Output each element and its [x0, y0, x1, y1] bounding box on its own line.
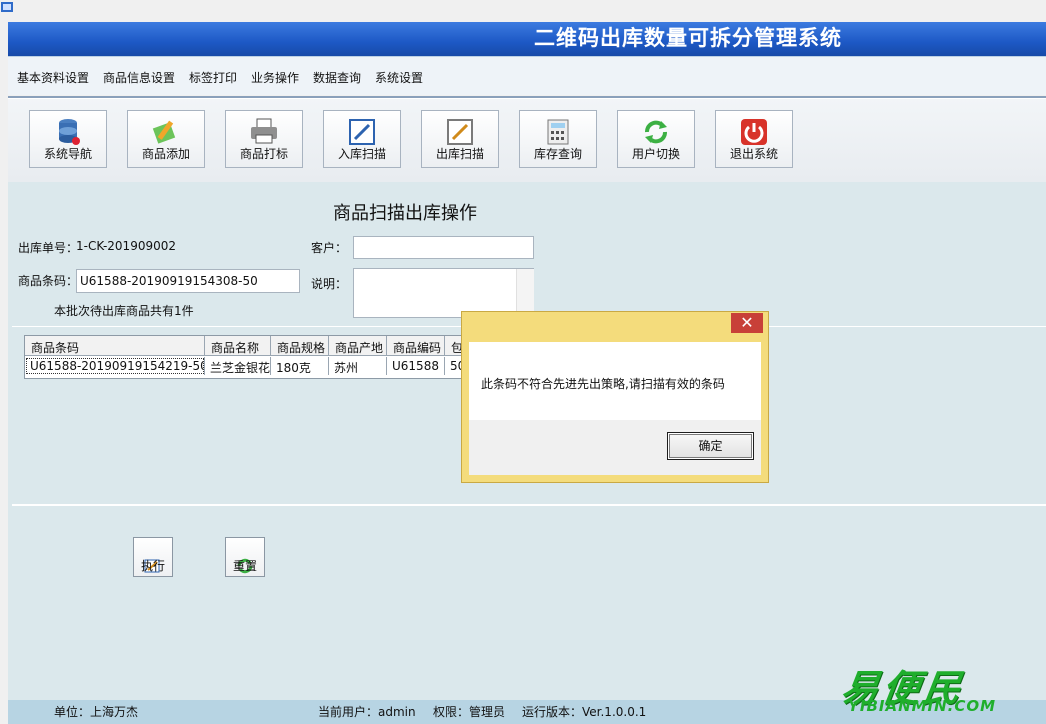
menu-data-query[interactable]: 数据查询 [313, 69, 361, 86]
status-version: 运行版本：Ver.1.0.0.1 [522, 705, 647, 719]
add-product-button[interactable]: 商品添加 [127, 110, 205, 168]
database-icon [30, 117, 106, 147]
inbound-scan-label: 入库扫描 [337, 147, 386, 161]
inbound-scan-button[interactable]: 入库扫描 [323, 110, 401, 168]
column-header[interactable]: 商品条码 [25, 336, 205, 356]
outbound-scan-button[interactable]: 出库扫描 [421, 110, 499, 168]
switch-user-label: 用户切换 [631, 147, 680, 161]
exit-button[interactable]: 退出系统 [715, 110, 793, 168]
table-cell[interactable]: 兰芝金银花 [205, 357, 271, 375]
app-title: 二维码出库数量可拆分管理系统 [534, 25, 842, 50]
inventory-query-label: 库存查询 [533, 147, 582, 161]
page-title: 商品扫描出库操作 [333, 203, 477, 224]
watermark-url: YIBIANMIN.COM [848, 697, 997, 715]
switch-user-button[interactable]: 用户切换 [617, 110, 695, 168]
table-cell[interactable]: 苏州 [329, 357, 387, 375]
customer-label: 客户： [311, 241, 348, 255]
divider [12, 504, 1046, 506]
execute-label: 执行 [140, 559, 165, 573]
order-no-value: 1-CK-201909002 [76, 239, 176, 253]
column-header[interactable]: 商品产地 [329, 336, 387, 356]
menu-label-print[interactable]: 标签打印 [189, 69, 237, 86]
app-icon [0, 0, 16, 16]
exit-label: 退出系统 [729, 147, 778, 161]
outbound-grid[interactable]: 商品条码 商品名称 商品规格 商品产地 商品编码 包 U61588-201909… [24, 335, 466, 379]
printer-icon [226, 117, 302, 145]
reset-button[interactable]: 重置 [225, 537, 265, 577]
barcode-label: 商品条码： [18, 274, 79, 288]
note-scrollbar[interactable] [516, 269, 534, 317]
nav-button-label: 系统导航 [43, 147, 92, 161]
outbound-scan-label: 出库扫描 [435, 147, 484, 161]
execute-button[interactable]: 执行 [133, 537, 173, 577]
barcode-input[interactable]: U61588-20190919154308-50 [76, 269, 300, 293]
table-cell[interactable]: U61588 [387, 357, 445, 375]
add-product-label: 商品添加 [141, 147, 190, 161]
menu-bar: 基本资料设置 商品信息设置 标签打印 业务操作 数据查询 系统设置 [8, 56, 1046, 95]
nav-button[interactable]: 系统导航 [29, 110, 107, 168]
dialog-close-button[interactable]: ✕ [731, 313, 763, 333]
column-header[interactable]: 商品编码 [387, 336, 445, 356]
menu-system-settings[interactable]: 系统设置 [375, 69, 423, 86]
column-header[interactable]: 商品名称 [205, 336, 271, 356]
edit-pencil-icon [128, 117, 204, 145]
calculator-icon [520, 117, 596, 147]
inventory-query-button[interactable]: 库存查询 [519, 110, 597, 168]
column-header[interactable]: 商品规格 [271, 336, 329, 356]
menu-business[interactable]: 业务操作 [251, 69, 299, 86]
pending-count-text: 本批次待出库商品共有1件 [54, 304, 194, 318]
status-unit: 单位：上海万杰 [54, 705, 139, 719]
status-user: 当前用户：admin [318, 705, 416, 719]
refresh-icon [618, 117, 694, 147]
print-label-label: 商品打标 [239, 147, 288, 161]
power-icon [716, 117, 792, 147]
title-banner [8, 22, 1046, 56]
menu-product-settings[interactable]: 商品信息设置 [103, 69, 175, 86]
print-label-button[interactable]: 商品打标 [225, 110, 303, 168]
note-label: 说明： [311, 277, 348, 291]
outbound-scan-icon [422, 117, 498, 147]
status-role: 权限：管理员 [433, 705, 506, 719]
customer-input[interactable] [353, 236, 534, 259]
dialog-message: 此条码不符合先进先出策略,请扫描有效的条码 [481, 377, 725, 391]
dialog-ok-button[interactable]: 确定 [667, 432, 754, 460]
inbound-scan-icon [324, 117, 400, 147]
table-cell[interactable]: U61588-20190919154219-50 [25, 357, 205, 375]
order-no-label: 出库单号： [18, 241, 79, 255]
menu-basic-settings[interactable]: 基本资料设置 [17, 69, 89, 86]
reset-label: 重置 [232, 559, 257, 573]
table-cell[interactable]: 180克 [271, 357, 329, 375]
toolbar: 系统导航 商品添加 商品打标 入库扫描 出库扫描 库存查询 用户切换 退出系统 [8, 96, 1046, 184]
